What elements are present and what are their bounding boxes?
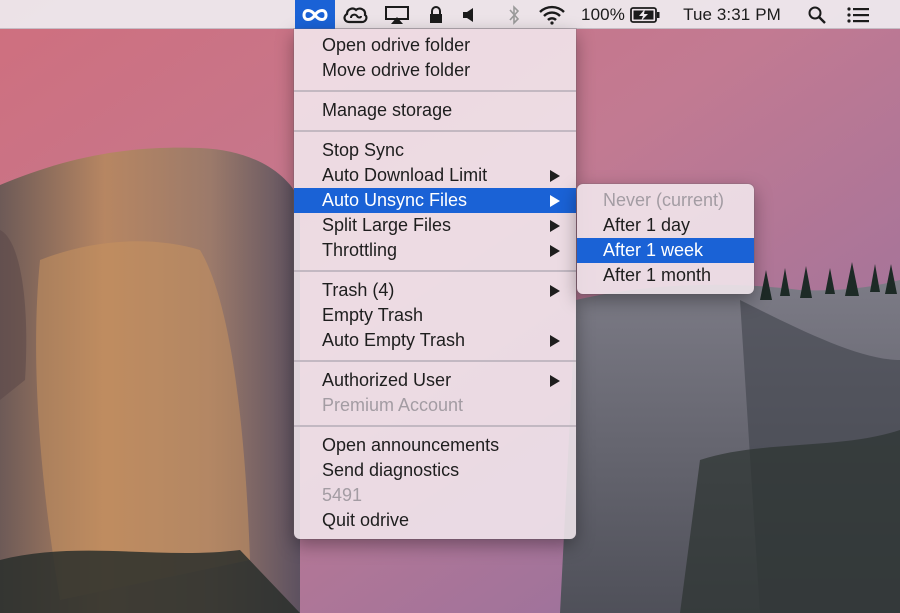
menu-item-label: Stop Sync [322, 140, 405, 160]
menu-item-label: After 1 day [603, 215, 691, 235]
empty-trash-item[interactable]: Empty Trash [294, 303, 576, 328]
menu-item-label: Auto Download Limit [322, 165, 488, 185]
menu-item-label: Split Large Files [322, 215, 452, 235]
menu-separator [294, 130, 576, 132]
menu-item-label: Trash (4) [322, 280, 395, 300]
submenu-arrow-icon [550, 245, 560, 257]
version-label: 5491 [294, 483, 576, 508]
stop-sync-item[interactable]: Stop Sync [294, 138, 576, 163]
submenu-arrow-icon [550, 195, 560, 207]
auto-unsync-submenu: Never (current) After 1 day After 1 week… [577, 184, 754, 294]
menu-item-label: 5491 [322, 485, 363, 505]
auto-unsync-files-item[interactable]: Auto Unsync Files [294, 188, 576, 213]
odrive-icon[interactable] [295, 0, 335, 29]
submenu-arrow-icon [550, 375, 560, 387]
send-diagnostics-item[interactable]: Send diagnostics [294, 458, 576, 483]
wifi-icon[interactable] [536, 0, 568, 29]
menu-item-label: After 1 month [603, 265, 712, 285]
submenu-arrow-icon [550, 335, 560, 347]
creative-cloud-icon[interactable] [338, 0, 372, 29]
menu-item-label: Auto Empty Trash [322, 330, 466, 350]
auto-download-limit-item[interactable]: Auto Download Limit [294, 163, 576, 188]
menu-separator [294, 90, 576, 92]
lock-icon[interactable] [423, 0, 449, 29]
menu-item-label: Open odrive folder [322, 35, 471, 55]
odrive-menu: Open odrive folder Move odrive folder Ma… [294, 29, 576, 539]
volume-icon[interactable] [457, 0, 481, 29]
after-1-day-item[interactable]: After 1 day [577, 213, 754, 238]
menu-item-label: Premium Account [322, 395, 464, 415]
after-1-week-item[interactable]: After 1 week [577, 238, 754, 263]
submenu-arrow-icon [550, 170, 560, 182]
manage-storage-item[interactable]: Manage storage [294, 98, 576, 123]
notification-center-icon[interactable] [842, 0, 874, 29]
menu-item-label: Quit odrive [322, 510, 410, 530]
never-current-item: Never (current) [577, 188, 754, 213]
throttling-item[interactable]: Throttling [294, 238, 576, 263]
menu-separator [294, 425, 576, 427]
open-announcements-item[interactable]: Open announcements [294, 433, 576, 458]
premium-account-item: Premium Account [294, 393, 576, 418]
submenu-arrow-icon [550, 220, 560, 232]
menu-separator [294, 360, 576, 362]
open-odrive-folder-item[interactable]: Open odrive folder [294, 33, 576, 58]
battery-charging-icon[interactable] [628, 0, 662, 29]
move-odrive-folder-item[interactable]: Move odrive folder [294, 58, 576, 83]
quit-odrive-item[interactable]: Quit odrive [294, 508, 576, 533]
menu-item-label: Send diagnostics [322, 460, 460, 480]
menu-item-label: After 1 week [603, 240, 704, 260]
bluetooth-icon[interactable] [501, 0, 527, 29]
menu-item-label: Authorized User [322, 370, 452, 390]
airplay-icon[interactable] [380, 0, 414, 29]
menu-bar: 100% Tue 3:31 PM [0, 0, 900, 29]
battery-percent: 100% [581, 4, 625, 24]
after-1-month-item[interactable]: After 1 month [577, 263, 754, 288]
menu-item-label: Open announcements [322, 435, 500, 455]
split-large-files-item[interactable]: Split Large Files [294, 213, 576, 238]
submenu-arrow-icon [550, 285, 560, 297]
trash-item[interactable]: Trash (4) [294, 278, 576, 303]
authorized-user-item[interactable]: Authorized User [294, 368, 576, 393]
menu-item-label: Never (current) [603, 190, 725, 210]
menu-separator [294, 270, 576, 272]
menu-item-label: Manage storage [322, 100, 453, 120]
menu-item-label: Move odrive folder [322, 60, 471, 80]
menu-item-label: Empty Trash [322, 305, 424, 325]
clock[interactable]: Tue 3:31 PM [673, 0, 791, 29]
menu-item-label: Throttling [322, 240, 398, 260]
spotlight-search-icon[interactable] [802, 0, 832, 29]
menu-item-label: Auto Unsync Files [322, 190, 468, 210]
auto-empty-trash-item[interactable]: Auto Empty Trash [294, 328, 576, 353]
